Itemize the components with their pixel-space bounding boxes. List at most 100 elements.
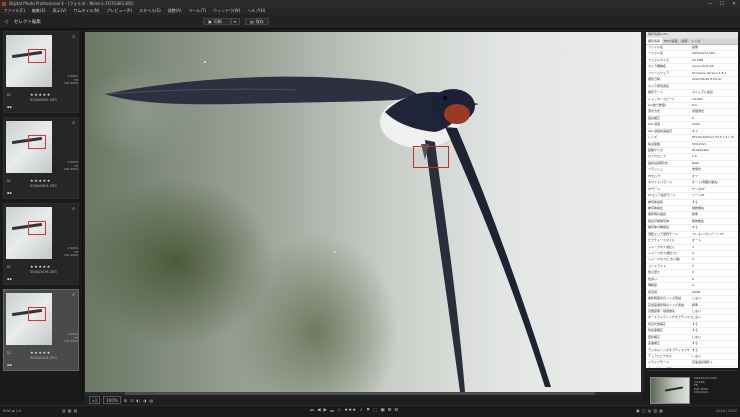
tab-lens[interactable]: レンズ (689, 38, 702, 44)
last-image-button[interactable]: ⏭ (330, 408, 334, 414)
thumbnail-item[interactable]: ⌐ ⌕ 1/1600F8ISO 2000 ☑ ★★★★★ 5G5A0005.CR… (3, 31, 79, 113)
check-icon[interactable]: ☑ (7, 178, 11, 183)
info-key: オートライティングオプティマイザ (648, 315, 692, 320)
menu-tools[interactable]: ツール(T) (185, 8, 210, 14)
panel-button[interactable]: ▦ (659, 408, 663, 413)
first-image-button[interactable]: ⏮ (310, 408, 314, 414)
highlight-icon[interactable]: ◐ (136, 398, 140, 403)
thumbnail-item[interactable]: ⌐ ⌕ 1/1600F8ISO 2000 ☑ ★★★★★ 5G5A0004.CR… (3, 117, 79, 199)
check-icon[interactable]: ☑ (7, 92, 11, 97)
view-control-bar: ▫1 100% ⊞ ⊡ ◐ ◑ ▤ (85, 395, 641, 405)
navigator-thumbnail[interactable] (650, 377, 690, 404)
close-button[interactable]: ✕ (728, 1, 740, 7)
thumbnail-filename: 5G5A0476.CR3 (30, 270, 57, 274)
info-key: シャープネス(強さ) (648, 244, 675, 249)
menu-style[interactable]: スタイル(S) (136, 8, 165, 14)
info-value: する (692, 341, 699, 346)
minimize-button[interactable]: — (704, 1, 716, 7)
info-value: オート (692, 238, 702, 243)
panel-button[interactable]: ▢ (642, 408, 646, 413)
info-key: カメラ所有者名 (648, 83, 670, 88)
layout-button[interactable]: ▧ (74, 408, 78, 413)
image-viewer[interactable] (85, 32, 641, 392)
menu-edit[interactable]: 編集(E) (28, 8, 49, 14)
flag-button[interactable]: ⚑ (366, 408, 370, 414)
navigation-controls: ⏮ ◀ ▶ ⏭ ☆ ★★★ ✓ ⚑ ⬚ ▣ ⊞ ⊟ (310, 408, 398, 414)
info-key: 色の濃さ (648, 270, 661, 275)
rating-stars[interactable]: ★★★★★ (30, 92, 51, 97)
layout-button[interactable]: ▦ (68, 408, 72, 413)
tab-iptc[interactable]: IPTC 情報 (662, 38, 679, 44)
shadow-icon[interactable]: ◑ (143, 398, 147, 403)
tab-shooting-info[interactable]: 撮影情報 (646, 38, 663, 44)
info-value: 動物優先 (692, 218, 705, 223)
zoom-icon[interactable]: ⌕ (72, 34, 75, 40)
check-mark-button[interactable]: ✓ (359, 408, 363, 414)
menu-thumbnail[interactable]: サムネイル(N) (70, 8, 103, 14)
rating-clear-button[interactable]: ☆ (337, 408, 341, 414)
info-key: デュアルピクセル (648, 354, 672, 358)
grid-view-button[interactable]: ⊞ (388, 408, 392, 414)
menu-preview[interactable]: プレビュー(P) (103, 8, 136, 14)
info-value: 1.6 (692, 154, 697, 159)
rating-stars-button[interactable]: ★★★ (344, 408, 356, 414)
maximize-button[interactable]: ☐ (716, 1, 728, 7)
info-key: ホワイトバランス (648, 180, 672, 185)
zoom-icon[interactable]: ⌕ (72, 206, 75, 212)
rating-stars[interactable]: ★★★★★ (30, 264, 51, 269)
rating-stars[interactable]: ★★★★★ (30, 350, 51, 355)
compare-button[interactable]: ⬚ (373, 408, 377, 414)
prev-image-button[interactable]: ◀ (317, 408, 320, 414)
menu-help[interactable]: ヘルプ(H) (244, 8, 269, 14)
back-arrow-icon[interactable]: ◁ (4, 19, 8, 25)
panel-button[interactable]: ▣ (636, 408, 640, 413)
print-button[interactable]: ▣ 印刷 (203, 18, 231, 25)
info-value: 2 (692, 251, 694, 255)
info-value: 4 (692, 257, 694, 262)
info-key: フラッシュ (648, 167, 664, 172)
split-view-button[interactable]: ⊟ (394, 408, 398, 414)
layout-icon[interactable]: ▤ (149, 398, 153, 403)
info-key: 測距エリア選択モード (648, 231, 679, 236)
info-value: マニュアル露出 (692, 90, 713, 95)
zoom-icon[interactable]: ⌕ (72, 120, 75, 126)
menu-window[interactable]: ウィンドウ(W) (210, 8, 244, 14)
grid-icon[interactable]: ⊞ (124, 398, 127, 403)
rating-stars[interactable]: ★★★★★ (30, 178, 51, 183)
tab-info[interactable]: 情報 (679, 38, 689, 44)
thumbnail-filmstrip[interactable]: ⌐ ⌕ 1/1600F8ISO 2000 ☑ ★★★★★ 5G5A0005.CR… (0, 29, 83, 402)
zoom-level-select[interactable]: 100% (103, 396, 121, 404)
thumbnail-item[interactable]: ⌐ ⌕ 1/1600F8ISO 2000 ☑ ★★★★★ 5G5A0476.CR… (3, 203, 79, 285)
info-value: 評価測光 (692, 109, 705, 114)
thumbnail-item-selected[interactable]: ⌐ ⌕ 1/1600F8ISO 2000 ☑ ★★★★★ 5G5A0474.CR… (3, 289, 79, 371)
status-left: RAW ▪ 1/4 (3, 409, 22, 413)
save-button[interactable]: ▤ 保存 (245, 18, 269, 25)
thumbnail-filename: 5G5A0004.CR3 (30, 184, 57, 188)
menu-adjust[interactable]: 調整(A) (164, 8, 185, 14)
zoom-icon[interactable]: ⌕ (72, 292, 75, 298)
chevron-down-icon: ▾ (234, 19, 237, 24)
info-key: ライブビュー撮影 (646, 367, 692, 368)
info-key: シャープネス(しきい値) (648, 257, 681, 262)
info-value: する (692, 347, 699, 352)
panel-button[interactable]: ▤ (648, 408, 652, 413)
fit-button[interactable]: ▫1 (89, 396, 101, 404)
single-view-button[interactable]: ▣ (380, 408, 384, 414)
viewer-vertical-scrollbar[interactable] (641, 32, 644, 392)
print-menu-button[interactable]: ▾ (231, 18, 240, 25)
info-value: しない (692, 315, 702, 320)
menu-view[interactable]: 表示(V) (49, 8, 70, 14)
check-icon[interactable]: ☑ (7, 264, 11, 269)
menu-bar: ファイル(F) 編集(E) 表示(V) サムネイル(N) プレビュー(P) スタ… (0, 7, 740, 15)
info-key: 撮影時の画質 (648, 212, 667, 217)
info-value: 26.7MB (692, 57, 704, 62)
panel-button[interactable]: ▥ (653, 408, 657, 413)
check-icon[interactable]: ☑ (7, 350, 11, 355)
menu-file[interactable]: ファイル(F) (0, 8, 28, 14)
thumbnail-image (6, 293, 52, 345)
layout-button[interactable]: ▥ (62, 408, 66, 413)
af-point-icon[interactable]: ⊡ (130, 398, 133, 403)
info-key: FEロック (648, 173, 661, 178)
next-image-button[interactable]: ▶ (324, 408, 327, 414)
info-value (692, 84, 738, 89)
